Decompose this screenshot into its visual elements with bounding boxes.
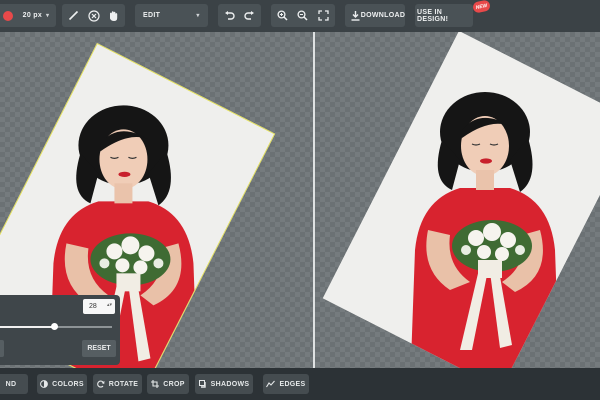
reset-button[interactable]: RESET <box>82 340 116 357</box>
mode-dropdown[interactable]: EDIT ▾ <box>135 4 208 27</box>
pen-icon <box>68 10 79 21</box>
pan-tool-button[interactable] <box>104 4 123 27</box>
top-toolbar: 20 px ▾ EDIT ▾ DOWNLOAD USE IN DESIGN! N… <box>0 0 600 32</box>
colors-icon <box>40 380 49 388</box>
edges-icon <box>266 380 276 388</box>
undo-button[interactable] <box>220 4 239 27</box>
brush-color-swatch[interactable] <box>0 4 16 27</box>
undo-icon <box>225 11 235 20</box>
zoom-out-button[interactable] <box>293 4 312 27</box>
tools-group <box>62 4 125 27</box>
brush-size-value: 20 px <box>22 12 43 19</box>
tool-crop-button[interactable]: CROP <box>147 374 189 394</box>
circle-x-icon <box>87 9 100 22</box>
rotate-panel: 28 ▴▾ RESET <box>0 295 120 365</box>
tool-background-label: ND <box>5 380 17 388</box>
use-in-design-label: USE IN DESIGN! <box>417 8 449 23</box>
slider-fill <box>0 326 54 328</box>
zoom-in-icon <box>277 10 288 21</box>
brush-settings-group: 20 px ▾ <box>0 4 56 27</box>
fit-to-screen-button[interactable] <box>313 4 333 27</box>
chevron-down-icon: ▾ <box>46 13 50 19</box>
tool-shadows-button[interactable]: SHADOWS <box>195 374 253 394</box>
tool-rotate-button[interactable]: ROTATE <box>93 374 142 394</box>
history-group <box>218 4 261 27</box>
zoom-in-button[interactable] <box>273 4 292 27</box>
chevron-down-icon: ▾ <box>196 13 200 19</box>
woman-with-bouquet-preview-image <box>322 32 600 368</box>
slider-thumb[interactable] <box>51 323 58 330</box>
pen-tool-button[interactable] <box>64 4 83 27</box>
tool-rotate-label: ROTATE <box>108 380 139 388</box>
tool-colors-button[interactable]: COLORS <box>37 374 87 394</box>
crop-icon <box>151 380 160 388</box>
rotate-icon <box>96 380 105 388</box>
tool-edges-label: EDGES <box>279 380 306 388</box>
spinner-icon[interactable]: ▴▾ <box>107 302 112 308</box>
tool-crop-label: CROP <box>163 380 185 388</box>
zoom-out-icon <box>297 10 308 21</box>
tool-edges-button[interactable]: EDGES <box>263 374 309 394</box>
tool-shadows-label: SHADOWS <box>210 380 250 388</box>
panel-left-button[interactable] <box>0 340 4 357</box>
use-in-design-button[interactable]: USE IN DESIGN! <box>415 4 473 27</box>
hand-icon <box>110 10 118 21</box>
tool-colors-label: COLORS <box>52 380 84 388</box>
new-badge: NEW <box>472 0 491 14</box>
compare-divider[interactable] <box>313 32 315 368</box>
zoom-group <box>271 4 335 27</box>
preview-photo <box>322 32 600 368</box>
download-icon <box>349 4 361 27</box>
redo-icon <box>244 11 254 20</box>
brush-size-dropdown[interactable]: 20 px ▾ <box>18 4 54 27</box>
angle-input[interactable]: 28 ▴▾ <box>83 299 115 314</box>
mode-label: EDIT <box>143 12 161 19</box>
redo-button[interactable] <box>240 4 259 27</box>
expand-icon <box>317 10 329 21</box>
bottom-toolbar: ND COLORS ROTATE CROP SHADOWS EDGES <box>0 368 600 400</box>
download-label: DOWNLOAD <box>360 12 406 19</box>
shadows-icon <box>198 380 206 388</box>
tool-background-button[interactable]: ND <box>0 374 28 394</box>
download-button[interactable]: DOWNLOAD <box>345 4 405 27</box>
image-editor-app: 20 px ▾ EDIT ▾ DOWNLOAD USE IN DESIGN! N… <box>0 0 600 400</box>
erase-tool-button[interactable] <box>84 4 103 27</box>
red-dot-icon <box>3 10 13 21</box>
angle-value: 28 <box>89 303 97 310</box>
